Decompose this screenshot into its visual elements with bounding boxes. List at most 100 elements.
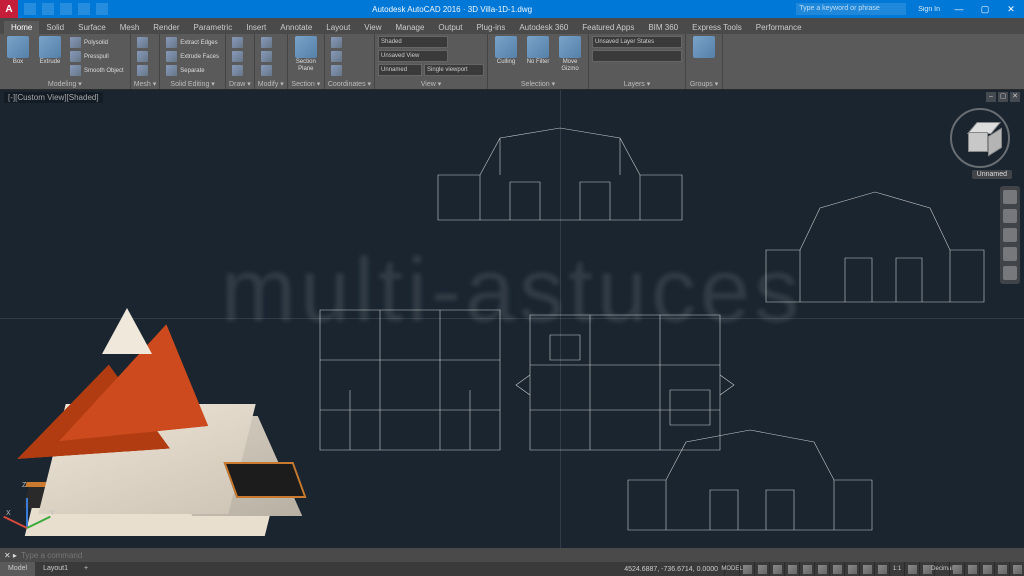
vp-maximize-icon[interactable]: ▢ [998,92,1008,102]
transparency-toggle[interactable] [859,562,874,576]
ucs-name-dropdown[interactable]: Unnamed [378,64,422,76]
quick-props-toggle[interactable] [949,562,964,576]
viewport-label[interactable]: [-][Custom View][Shaded] [4,92,103,103]
culling-button[interactable]: Culling [491,36,521,79]
hardware-accel-toggle[interactable] [964,562,979,576]
cleanscreen-button[interactable] [994,562,1009,576]
tab-manage[interactable]: Manage [389,21,432,34]
view-cube[interactable] [950,108,1010,168]
full-nav-wheel-icon[interactable] [1003,190,1017,204]
app-icon[interactable]: A [0,0,18,18]
ucs-button[interactable] [328,36,345,49]
panel-label[interactable]: Layers ▾ [592,79,682,89]
panel-label[interactable]: Mesh ▾ [134,79,157,89]
grid-toggle[interactable] [739,562,754,576]
tab-view[interactable]: View [357,21,388,34]
world-button[interactable] [328,50,345,63]
saved-view-dropdown[interactable]: Unsaved View [378,50,448,62]
isolate-button[interactable] [979,562,994,576]
viewcube-label[interactable]: Unnamed [972,170,1012,179]
qat-undo-icon[interactable] [78,3,90,15]
polar-toggle[interactable] [784,562,799,576]
tab-parametric[interactable]: Parametric [187,21,240,34]
tab-express[interactable]: Express Tools [685,21,749,34]
panel-label[interactable]: Solid Editing ▾ [163,79,222,89]
workspace-button[interactable] [904,562,919,576]
tab-layout[interactable]: Layout [319,21,357,34]
osnap-toggle[interactable] [799,562,814,576]
tab-bim360[interactable]: BIM 360 [641,21,685,34]
qat-new-icon[interactable] [24,3,36,15]
line-button[interactable] [229,36,246,49]
ucs-icon[interactable]: Z Y X [8,486,56,534]
tab-performance[interactable]: Performance [749,21,809,34]
otrack-toggle[interactable] [829,562,844,576]
zoom-icon[interactable] [1003,228,1017,242]
viewcube-front-face[interactable] [968,132,988,152]
maximize-button[interactable]: ▢ [972,0,998,18]
tab-insert[interactable]: Insert [239,21,273,34]
mesh-tool-2[interactable] [134,50,151,63]
box-button[interactable]: Box [3,36,33,79]
presspull-button[interactable]: Presspull [67,50,127,63]
visual-style-dropdown[interactable]: Shaded [378,36,448,48]
layer-state-dropdown[interactable]: Unsaved Layer States [592,36,682,48]
separate-button[interactable]: Separate [163,64,222,77]
tab-home[interactable]: Home [4,21,39,34]
minimize-button[interactable]: — [946,0,972,18]
tab-solid[interactable]: Solid [39,21,71,34]
drawing-canvas[interactable]: [-][Custom View][Shaded] – ▢ ✕ multi-ast… [0,90,1024,548]
panel-label[interactable]: Groups ▾ [689,79,719,89]
pan-icon[interactable] [1003,209,1017,223]
orbit-icon[interactable] [1003,247,1017,261]
panel-label[interactable]: Coordinates ▾ [328,79,371,89]
extrude-faces-button[interactable]: Extrude Faces [163,50,222,63]
filter-button[interactable]: No Filter [523,36,553,79]
panel-label[interactable]: Modeling ▾ [3,79,127,89]
tab-plugins[interactable]: Plug-ins [469,21,512,34]
tab-annotate[interactable]: Annotate [273,21,319,34]
named-ucs-button[interactable] [328,64,345,77]
tab-mesh[interactable]: Mesh [113,21,147,34]
circle-button[interactable] [229,50,246,63]
annoscale-button[interactable]: 1:1 [889,562,904,576]
gizmo-button[interactable]: Move Gizmo [555,36,585,79]
cycling-toggle[interactable] [874,562,889,576]
showmotion-icon[interactable] [1003,266,1017,280]
vp-close-icon[interactable]: ✕ [1010,92,1020,102]
qat-redo-icon[interactable] [96,3,108,15]
vp-minimize-icon[interactable]: – [986,92,996,102]
move-button[interactable] [258,36,275,49]
ortho-toggle[interactable] [769,562,784,576]
smooth-button[interactable]: Smooth Object [67,64,127,77]
sign-in-link[interactable]: Sign In [912,6,946,13]
lineweight-toggle[interactable] [844,562,859,576]
tab-a360[interactable]: Autodesk 360 [512,21,575,34]
3dosnap-toggle[interactable] [814,562,829,576]
mesh-tool-3[interactable] [134,64,151,77]
arc-button[interactable] [229,64,246,77]
panel-label[interactable]: View ▾ [378,79,484,89]
units-button[interactable]: Decimal [934,562,949,576]
model-space-button[interactable]: MODEL [724,562,739,576]
tab-surface[interactable]: Surface [71,21,113,34]
section-plane-button[interactable]: Section Plane [291,36,321,79]
tab-featured[interactable]: Featured Apps [575,21,641,34]
customize-button[interactable] [1009,562,1024,576]
viewport-config-dropdown[interactable]: Single viewport [424,64,484,76]
close-button[interactable]: ✕ [998,0,1024,18]
layer-dropdown[interactable] [592,50,682,62]
scale-button[interactable] [258,64,275,77]
panel-label[interactable]: Draw ▾ [229,79,251,89]
extrude-button[interactable]: Extrude [35,36,65,79]
tab-render[interactable]: Render [146,21,186,34]
panel-label[interactable]: Modify ▾ [258,79,284,89]
mesh-tool-1[interactable] [134,36,151,49]
qat-save-icon[interactable] [60,3,72,15]
polysolid-button[interactable]: Polysolid [67,36,127,49]
extract-edges-button[interactable]: Extract Edges [163,36,222,49]
panel-label[interactable]: Section ▾ [291,79,321,89]
panel-label[interactable]: Selection ▾ [491,79,585,89]
qat-open-icon[interactable] [42,3,54,15]
snap-toggle[interactable] [754,562,769,576]
